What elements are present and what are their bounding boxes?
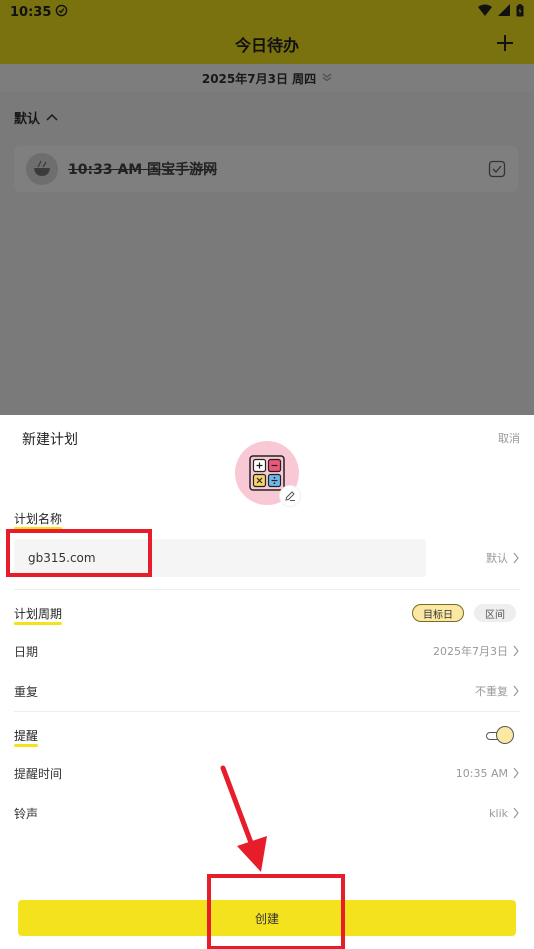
toggle-knob (496, 726, 514, 744)
category-value: 默认 (486, 550, 520, 566)
chevron-right-icon (513, 645, 519, 657)
sheet-title: 新建计划 (22, 432, 78, 448)
chevron-right-icon (513, 807, 519, 819)
create-button[interactable]: 创建 (18, 900, 516, 936)
label-underline (14, 527, 63, 530)
date-value-text: 2025年7月3日 (433, 645, 508, 658)
reminder-time-value: 10:35 AM (456, 767, 520, 780)
category-value-text: 默认 (486, 552, 508, 565)
edit-pencil-icon[interactable] (279, 485, 301, 507)
plan-period-label: 计划周期 (14, 605, 63, 625)
reminder-label-text: 提醒 (14, 729, 39, 743)
divider (14, 589, 520, 590)
ringtone-value: klik (489, 807, 520, 820)
reminder-toggle[interactable] (486, 726, 514, 746)
repeat-label: 重复 (14, 684, 39, 699)
chevron-right-icon (513, 685, 519, 697)
period-option-target-day[interactable]: 目标日 (412, 604, 464, 622)
plan-name-label-text: 计划名称 (14, 512, 63, 526)
plan-name-label: 计划名称 (14, 510, 63, 530)
chevron-right-icon (513, 552, 519, 564)
date-row[interactable]: 日期 2025年7月3日 (14, 639, 520, 663)
reminder-time-label: 提醒时间 (14, 766, 63, 781)
repeat-value: 不重复 (475, 683, 520, 699)
plan-period-label-text: 计划周期 (14, 607, 63, 621)
date-value: 2025年7月3日 (433, 643, 520, 659)
ringtone-value-text: klik (489, 806, 508, 820)
calculator-icon (249, 455, 285, 491)
reminder-time-value-text: 10:35 AM (455, 766, 508, 780)
category-selector[interactable]: 默认 (430, 546, 520, 570)
cancel-button[interactable]: 取消 (498, 430, 520, 446)
label-underline (14, 744, 39, 747)
new-plan-sheet: 新建计划 取消 计划名称 默认 计划周期 (0, 415, 534, 949)
reminder-label: 提醒 (14, 727, 39, 747)
chevron-right-icon (513, 767, 519, 779)
ringtone-label: 铃声 (14, 806, 39, 821)
label-underline (14, 622, 63, 625)
reminder-time-row[interactable]: 提醒时间 10:35 AM (14, 761, 520, 785)
date-label: 日期 (14, 644, 39, 659)
divider (14, 711, 520, 712)
period-type-toggle: 目标日 区间 (412, 604, 516, 622)
repeat-value-text: 不重复 (475, 685, 508, 698)
ringtone-row[interactable]: 铃声 klik (14, 801, 520, 825)
repeat-row[interactable]: 重复 不重复 (14, 679, 520, 703)
plan-icon-picker[interactable] (235, 441, 301, 507)
period-option-range[interactable]: 区间 (474, 604, 516, 622)
plan-name-input[interactable] (14, 539, 426, 577)
